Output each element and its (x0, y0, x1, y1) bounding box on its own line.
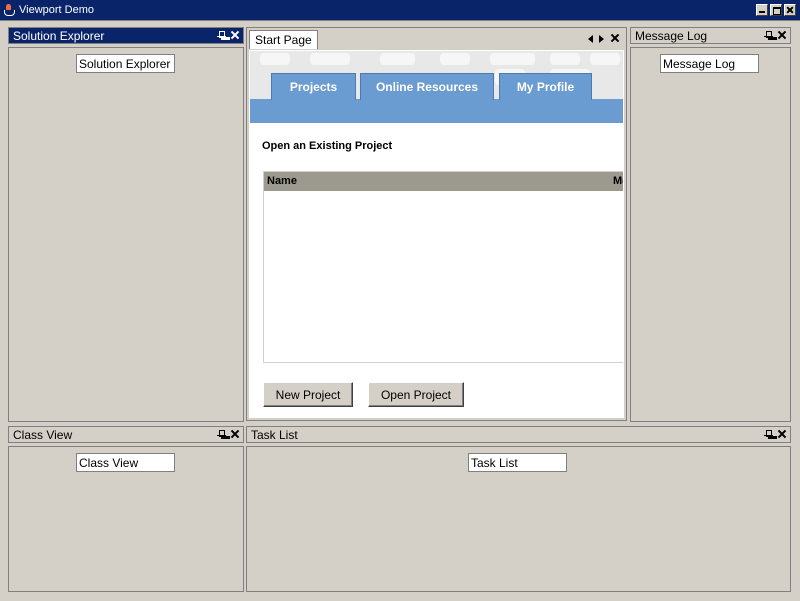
solution-explorer-panel: Solution Explorer Solution Explorer (8, 27, 244, 422)
pin-icon[interactable] (764, 29, 773, 41)
class-view-header[interactable]: Class View (8, 426, 244, 443)
java-app-icon (4, 4, 15, 16)
hero-band (250, 99, 623, 123)
window-controls (756, 4, 796, 16)
tab-my-profile[interactable]: My Profile (499, 73, 592, 100)
message-log-body: Message Log (630, 47, 791, 422)
panel-title: Message Log (635, 28, 708, 43)
pin-icon[interactable] (217, 29, 226, 41)
class-view-panel: Class View Class View (8, 426, 244, 592)
hero-banner: Projects Online Resources My Profile (250, 51, 623, 123)
close-icon[interactable] (777, 29, 787, 41)
projects-table[interactable]: Name Mo (263, 171, 623, 363)
maximize-icon[interactable] (770, 4, 782, 16)
start-page-document: Start Page Projects Online Resources My … (246, 27, 627, 421)
close-window-icon[interactable] (784, 4, 796, 16)
window-title: Viewport Demo (19, 4, 94, 16)
tab-projects[interactable]: Projects (271, 73, 356, 100)
panel-title: Task List (251, 427, 298, 442)
minimize-icon[interactable] (756, 4, 768, 16)
task-list-header[interactable]: Task List (246, 426, 791, 443)
panel-title: Class View (13, 427, 73, 442)
close-icon[interactable] (777, 428, 787, 440)
panel-title: Solution Explorer (13, 28, 105, 43)
task-list-panel: Task List Task List (246, 426, 791, 592)
document-nav (588, 32, 620, 44)
pin-icon[interactable] (217, 428, 226, 440)
scroll-right-icon[interactable] (599, 35, 604, 43)
close-document-icon[interactable] (610, 32, 620, 44)
start-page-content: Projects Online Resources My Profile Ope… (249, 50, 624, 418)
scroll-left-icon[interactable] (588, 35, 593, 43)
section-title: Open an Existing Project (262, 140, 393, 152)
task-list-body: Task List (246, 446, 791, 592)
window-titlebar[interactable]: Viewport Demo (0, 0, 800, 21)
solution-explorer-header[interactable]: Solution Explorer (8, 27, 244, 44)
message-log-header[interactable]: Message Log (630, 27, 791, 44)
tab-start-page[interactable]: Start Page (249, 30, 318, 49)
class-view-body: Class View (8, 446, 244, 592)
tab-online-resources[interactable]: Online Resources (360, 73, 494, 100)
solution-explorer-body: Solution Explorer (8, 47, 244, 422)
open-project-button[interactable]: Open Project (368, 382, 464, 407)
message-log-field[interactable]: Message Log (660, 54, 759, 73)
column-header-modified[interactable]: Mo (613, 175, 623, 187)
table-header: Name Mo (264, 172, 623, 191)
pin-icon[interactable] (764, 428, 773, 440)
close-icon[interactable] (230, 428, 240, 440)
class-view-field[interactable]: Class View (76, 453, 175, 472)
task-list-field[interactable]: Task List (468, 453, 567, 472)
solution-explorer-field[interactable]: Solution Explorer (76, 54, 175, 73)
message-log-panel: Message Log Message Log (630, 27, 791, 422)
column-header-name[interactable]: Name (267, 175, 297, 187)
close-icon[interactable] (230, 29, 240, 41)
new-project-button[interactable]: New Project (263, 382, 353, 407)
